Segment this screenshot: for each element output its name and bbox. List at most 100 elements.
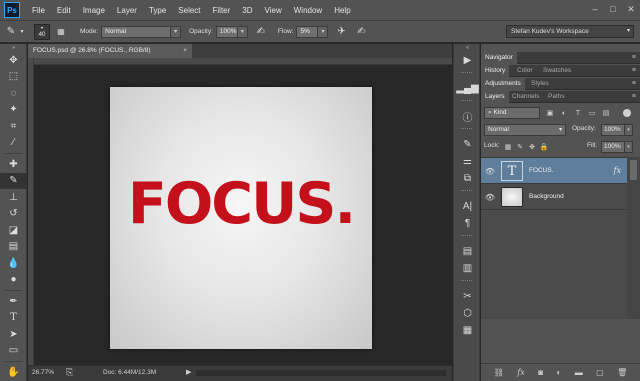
move-tool-icon[interactable]: ✥ (0, 52, 27, 69)
lock-position-icon[interactable]: ✥ (527, 142, 537, 152)
status-menu-icon[interactable]: ▶ (186, 368, 191, 376)
timeline-icon[interactable]: ▦ (454, 322, 481, 339)
layer-effects-icon[interactable]: fx (614, 166, 621, 175)
flow-input[interactable]: 5% (296, 25, 319, 38)
filter-kind-select[interactable]: ⌕ Kind (484, 107, 540, 119)
layers-scrollbar[interactable] (627, 157, 640, 319)
layer-name[interactable]: Background (529, 193, 564, 200)
fill-dropdown-icon[interactable]: ▾ (625, 141, 633, 153)
layer-row-background[interactable]: 👁 Background (481, 184, 627, 210)
menu-image[interactable]: Image (77, 0, 111, 21)
menu-type[interactable]: Type (143, 0, 172, 21)
canvas-workspace[interactable]: FOCUS. (34, 65, 452, 365)
layer-opacity-input[interactable]: 100% (601, 124, 625, 136)
tab-styles[interactable]: Styles (527, 78, 553, 90)
panel-menu-icon[interactable]: ≡ (632, 78, 636, 90)
document-tab[interactable]: FOCUS.psd @ 26.8% (FOCUS., RGB/8) × (28, 44, 192, 58)
blend-mode-select[interactable]: Normal ▾ (484, 124, 566, 136)
layer-comps-icon[interactable]: ▥ (454, 260, 481, 277)
export-icon[interactable]: ⎘ (66, 367, 73, 378)
tools-3d-icon[interactable]: ✂ (454, 288, 481, 305)
crop-tool-icon[interactable]: ⌗ (0, 118, 27, 135)
blur-tool-icon[interactable]: 💧 (0, 255, 27, 272)
healing-brush-tool-icon[interactable]: ✚ (0, 156, 27, 173)
brush-tool-icon[interactable]: ✎ (0, 172, 27, 189)
lock-all-icon[interactable]: 🔒 (539, 142, 549, 152)
panel-menu-icon[interactable]: ≡ (632, 65, 636, 77)
menu-3d[interactable]: 3D (236, 0, 258, 21)
tab-paths[interactable]: Paths (544, 91, 569, 103)
eyedropper-tool-icon[interactable]: ⁄ (0, 135, 27, 152)
menu-layer[interactable]: Layer (111, 0, 143, 21)
brush-panel-toggle-icon[interactable]: ▦ (54, 25, 68, 39)
menu-edit[interactable]: Edit (51, 0, 77, 21)
add-style-icon[interactable]: fx (517, 368, 524, 377)
dock-collapse-icon[interactable]: « (454, 44, 481, 52)
menu-filter[interactable]: Filter (207, 0, 237, 21)
focus-text-layer[interactable]: FOCUS. (110, 171, 372, 237)
clone-stamp-tool-icon[interactable]: ⊥ (0, 189, 27, 206)
marquee-tool-icon[interactable]: ⬚ (0, 69, 27, 86)
tab-navigator[interactable]: Navigator (481, 52, 517, 64)
new-group-icon[interactable]: ▬ (575, 368, 583, 377)
character-panel-icon[interactable]: A| (454, 198, 481, 215)
dock-grip[interactable] (461, 128, 472, 133)
shape-filter-icon[interactable]: ▭ (586, 107, 598, 119)
panel-collapse-icon[interactable]: » (0, 44, 27, 52)
gradient-tool-icon[interactable]: ▤ (0, 239, 27, 256)
pen-tool-icon[interactable]: ✒ (0, 293, 27, 310)
dock-grip[interactable] (461, 280, 472, 285)
opacity-dropdown-icon[interactable]: ▾ (237, 25, 248, 38)
menu-window[interactable]: Window (288, 0, 328, 21)
clone-source-icon[interactable]: ⧉ (454, 170, 481, 187)
close-tab-icon[interactable]: × (183, 44, 187, 58)
info-icon[interactable]: ⓘ (454, 108, 481, 125)
mode-dropdown-icon[interactable]: ▾ (171, 25, 182, 38)
workspace-switcher[interactable]: Stefan Kudev's Workspace ▾ (506, 25, 634, 38)
quick-select-tool-icon[interactable]: ✦ (0, 102, 27, 119)
panel-menu-icon[interactable]: ≡ (632, 91, 636, 103)
paragraph-panel-icon[interactable]: ¶ (454, 215, 481, 232)
visibility-eye-icon[interactable]: 👁 (485, 166, 495, 176)
menu-help[interactable]: Help (328, 0, 356, 21)
layer-row-focus[interactable]: 👁 T FOCUS. fx (481, 158, 627, 184)
flow-dropdown-icon[interactable]: ▾ (318, 25, 329, 38)
tab-layers[interactable]: Layers (481, 91, 509, 103)
link-layers-icon[interactable]: ⛓ (494, 368, 504, 377)
dock-grip[interactable] (461, 72, 472, 77)
tab-swatches[interactable]: Swatches (539, 65, 575, 77)
lasso-tool-icon[interactable]: ◌ (0, 85, 27, 102)
dock-grip[interactable] (461, 235, 472, 240)
dock-grip[interactable] (461, 190, 472, 195)
close-icon[interactable]: ✕ (625, 3, 637, 15)
zoom-level[interactable]: 26.77% (32, 369, 54, 376)
add-mask-icon[interactable]: ◙ (538, 368, 543, 377)
menu-file[interactable]: File (26, 0, 51, 21)
play-actions-icon[interactable]: ▶ (454, 52, 481, 69)
path-selection-tool-icon[interactable]: ➤ (0, 326, 27, 343)
tab-channels[interactable]: Channels (508, 91, 543, 103)
panel-menu-icon[interactable]: ≡ (632, 52, 636, 64)
lock-image-icon[interactable]: ✎ (515, 142, 525, 152)
cube-3d-icon[interactable]: ⬡ (454, 305, 481, 322)
tool-presets-icon[interactable]: ✎ (454, 136, 481, 153)
adjustment-filter-icon[interactable]: ◐ (558, 107, 570, 119)
histogram-icon[interactable]: ▂▄▆ (454, 80, 481, 97)
lock-transparent-icon[interactable]: ▦ (503, 142, 513, 152)
layer-name[interactable]: FOCUS. (529, 167, 554, 174)
history-brush-tool-icon[interactable]: ↺ (0, 206, 27, 223)
tool-preset-caret-icon[interactable]: ▾ (18, 25, 26, 39)
type-filter-icon[interactable]: T (572, 107, 584, 119)
delete-layer-icon[interactable]: 🗑 (617, 368, 627, 377)
dodge-tool-icon[interactable]: ● (0, 272, 27, 289)
dock-grip[interactable] (461, 100, 472, 105)
maximize-icon[interactable]: □ (607, 3, 619, 15)
type-tool-icon[interactable]: T (0, 310, 27, 327)
fill-input[interactable]: 100% (601, 141, 625, 153)
smart-object-filter-icon[interactable]: ▤ (600, 107, 612, 119)
scrollbar-thumb[interactable] (630, 160, 637, 180)
brush-panel-icon[interactable]: ⚌ (454, 153, 481, 170)
brush-preset-picker[interactable]: • 40 (34, 23, 50, 40)
horizontal-ruler[interactable] (34, 58, 452, 65)
visibility-eye-icon[interactable]: 👁 (485, 192, 495, 202)
